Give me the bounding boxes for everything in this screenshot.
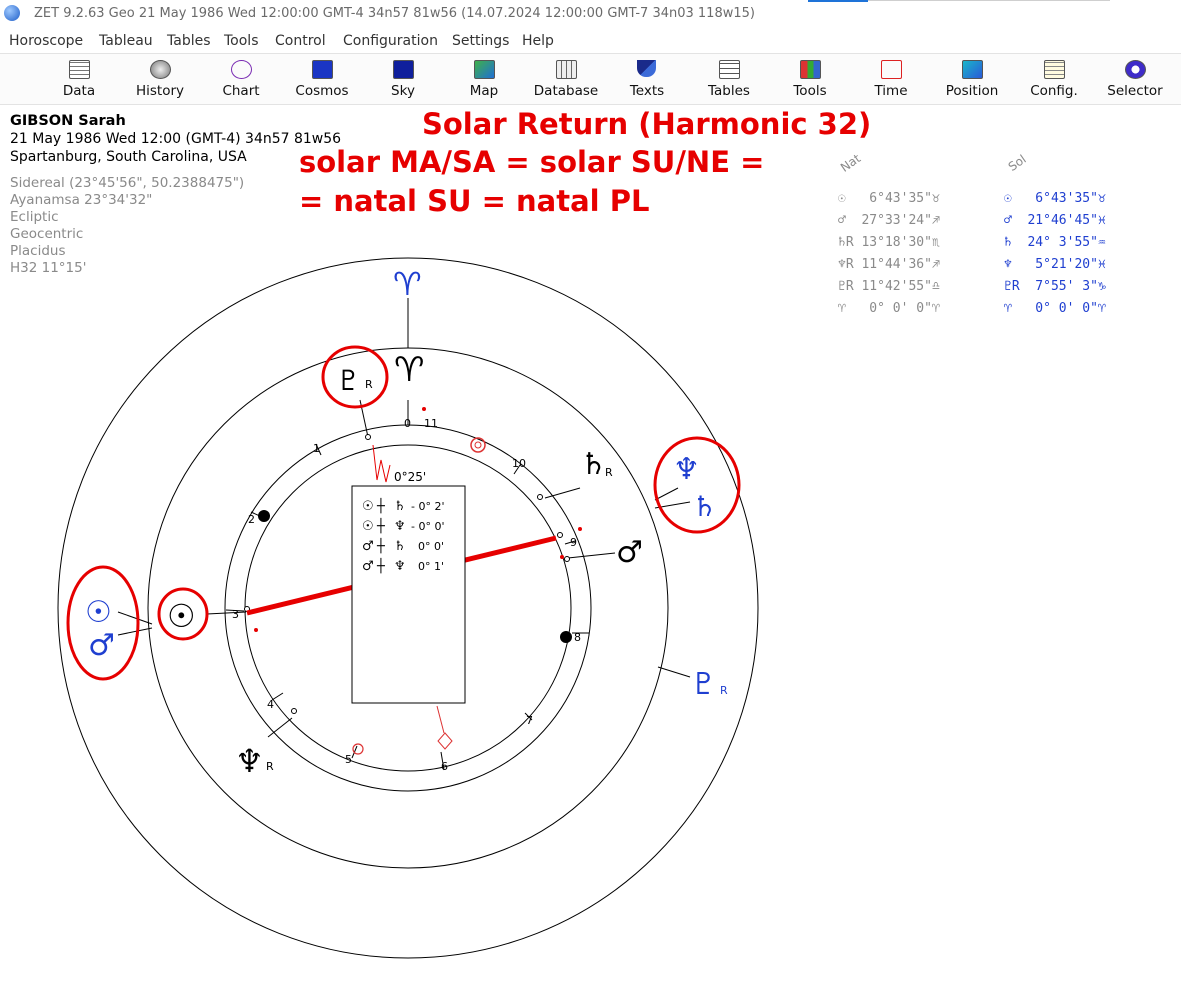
- solar-sun-line: [117, 611, 153, 625]
- house-number-9: 9: [570, 536, 577, 549]
- natal-aries-glyph: ♈: [394, 350, 424, 390]
- natal-mars-glyph: ♂: [616, 535, 643, 570]
- house-number-2: 2: [248, 513, 255, 526]
- red-dot: [254, 628, 258, 632]
- solar-aries-glyph: ♈: [393, 265, 422, 303]
- aspect-row-3-a: ♂: [362, 539, 374, 554]
- aspect-row-1-val: - 0° 2': [411, 500, 444, 513]
- red-dot: [578, 527, 582, 531]
- aspect-row-4-a: ♂: [362, 559, 374, 574]
- house-number-0: 0: [404, 417, 411, 430]
- house-number-5: 5: [345, 753, 352, 766]
- chart-wheel[interactable]: 0 11 1 10 2 9 3 8 4 7 5 6 0°25' ☉ ┼ ♄ - …: [0, 0, 1181, 1001]
- aspect-row-3-b: ♄: [394, 539, 406, 554]
- solar-neptune-line: [654, 487, 679, 501]
- solar-sun-glyph: ☉: [85, 595, 112, 630]
- house-number-8: 8: [574, 631, 581, 644]
- natal-pluto-dot: [365, 434, 371, 440]
- natal-saturn-glyph: ♄: [580, 447, 607, 482]
- natal-sun-line: [206, 611, 247, 615]
- red-midpoint-spike: [372, 444, 391, 483]
- aspect-row-3-sep: ┼: [376, 537, 385, 554]
- red-diamond-marker: [437, 732, 453, 750]
- aspect-row-2-b: ♆: [394, 519, 406, 534]
- house-number-11: 11: [424, 417, 438, 430]
- natal-neptune-line: [267, 717, 293, 738]
- node-black-dot-2: [560, 631, 572, 643]
- solar-neptune-glyph: ♆: [673, 452, 700, 487]
- red-marker-5: [352, 743, 364, 755]
- natal-neptune-glyph: ♆: [235, 742, 264, 780]
- house-number-4: 4: [267, 698, 274, 711]
- aspect-row-1-sep: ┼: [376, 497, 385, 514]
- solar-saturn-glyph: ♄: [692, 490, 717, 523]
- midpoint-label: 0°25': [394, 470, 426, 484]
- aspect-row-2-val: - 0° 0': [411, 520, 444, 533]
- natal-mars-dot-2: [564, 556, 570, 562]
- red-dot: [560, 555, 564, 559]
- aspect-row-2-sep: ┼: [376, 517, 385, 534]
- solar-mars-line: [117, 627, 153, 636]
- house-number-3: 3: [232, 608, 239, 621]
- natal-pluto-retro: R: [365, 378, 373, 391]
- solar-pluto-line: [657, 666, 691, 678]
- aspect-row-1-b: ♄: [394, 499, 406, 514]
- aspect-row-4-val: 0° 1': [418, 560, 444, 573]
- red-target-marker-inner: [474, 441, 482, 449]
- solar-pluto-glyph: ♇: [690, 667, 717, 702]
- natal-mars-line: [567, 552, 616, 559]
- natal-pluto-glyph: ♇: [336, 364, 361, 397]
- natal-mars-dot: [557, 532, 563, 538]
- aspect-row-2-a: ☉: [362, 519, 374, 534]
- natal-neptune-dot: [291, 708, 297, 714]
- house-number-6: 6: [441, 760, 448, 773]
- solar-mars-glyph: ♂: [88, 628, 115, 663]
- aspect-row-4-b: ♆: [394, 559, 406, 574]
- house-number-10: 10: [512, 457, 526, 470]
- natal-sun-glyph: ☉: [167, 597, 196, 635]
- aspect-row-1-a: ☉: [362, 499, 374, 514]
- red-target-marker: [470, 437, 486, 453]
- aspect-row-3-val: 0° 0': [418, 540, 444, 553]
- red-diamond-stem: [436, 705, 445, 734]
- solar-pluto-retro: R: [720, 684, 728, 697]
- natal-neptune-retro: R: [266, 760, 274, 773]
- natal-saturn-retro: R: [605, 466, 613, 479]
- node-black-dot: [258, 510, 270, 522]
- aspect-row-4-sep: ┼: [376, 557, 385, 574]
- natal-saturn-dot: [537, 494, 543, 500]
- house-number-7: 7: [526, 714, 533, 727]
- red-dot: [422, 407, 426, 411]
- house-number-1: 1: [313, 442, 320, 455]
